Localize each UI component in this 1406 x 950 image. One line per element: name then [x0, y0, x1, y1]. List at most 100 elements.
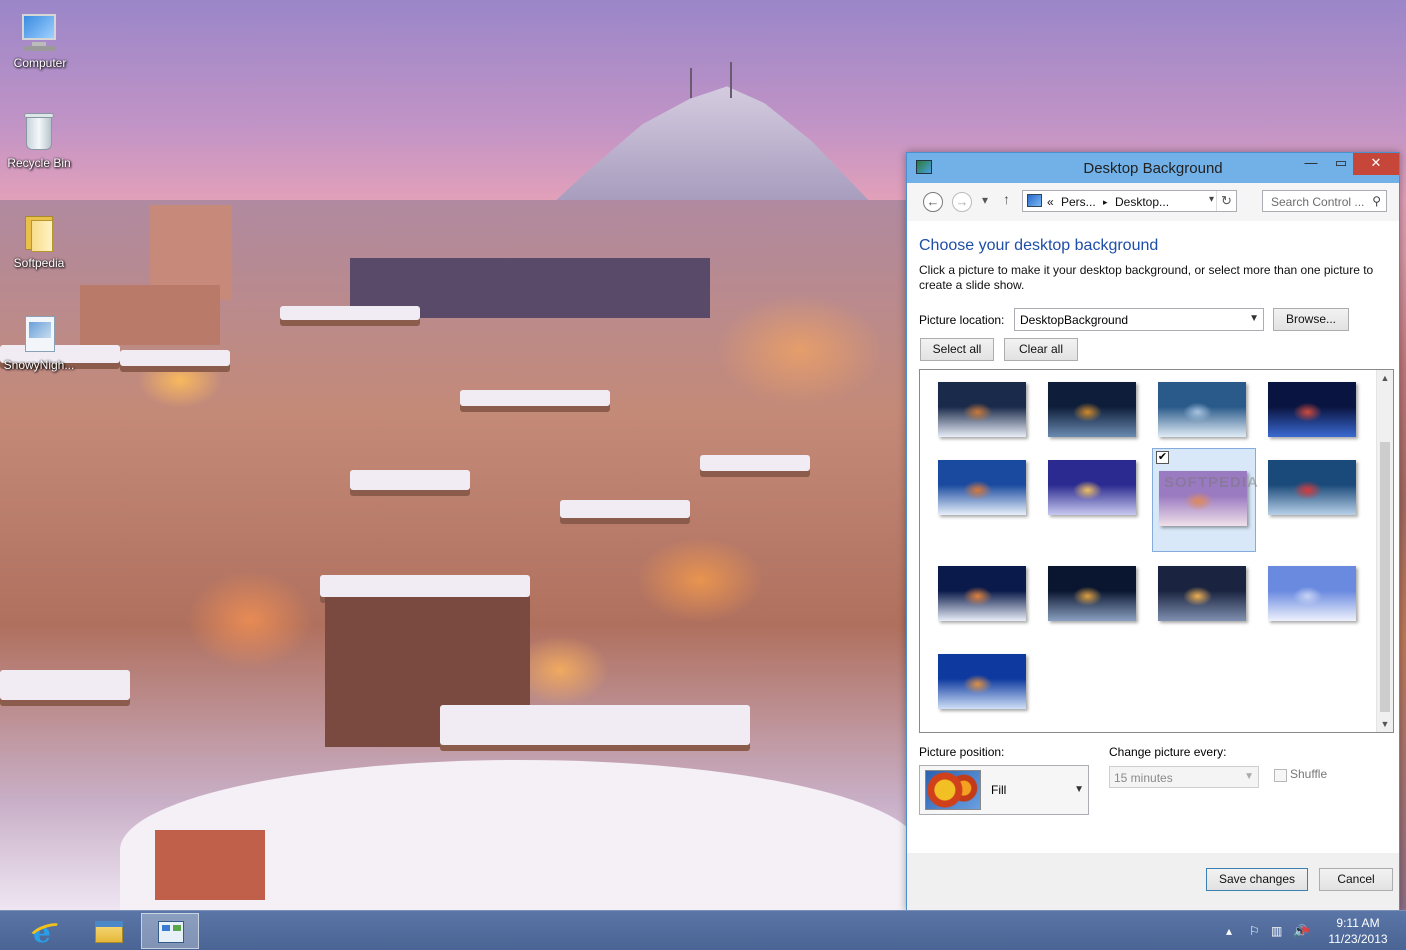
up-button[interactable]: ↑	[1003, 191, 1010, 207]
picture-position-label: Picture position:	[919, 745, 1005, 759]
minimize-button[interactable]: —	[1297, 153, 1325, 175]
clock-date: 11/23/2013	[1328, 932, 1388, 946]
address-dropdown-icon[interactable]: ▾	[1209, 194, 1214, 205]
system-clock[interactable]: 9:11 AM 11/23/2013	[1318, 915, 1398, 947]
wallpaper-thumbnail[interactable]	[1252, 460, 1356, 554]
search-icon[interactable]: ⚲	[1372, 194, 1381, 208]
scrollbar-thumb[interactable]	[1380, 442, 1390, 712]
wallpaper-roof	[0, 670, 130, 700]
wallpaper-roof	[280, 306, 420, 320]
wallpaper-thumbnail[interactable]	[1032, 460, 1136, 554]
picture-grid: ✔ SOFTPEDIA ▲ ▼	[919, 369, 1394, 733]
wallpaper-thumbnail[interactable]	[922, 654, 1026, 748]
network-icon[interactable]: ▥	[1271, 924, 1282, 938]
thumbnail-image-cabin-blue-moonlight	[938, 654, 1026, 709]
thumbnail-image-snowy-valley-aerial	[1158, 382, 1246, 437]
desktop-icon-label: Computer	[13, 56, 67, 70]
forward-button[interactable]: →	[952, 192, 972, 212]
wallpaper-building	[155, 830, 265, 900]
wallpaper-roof	[350, 470, 470, 490]
thumbnail-image-red-cabin-night	[938, 382, 1026, 437]
folder-icon	[17, 210, 61, 254]
address-bar[interactable]: « Pers... ▸ Desktop... ▾ ↻	[1022, 190, 1237, 212]
wallpaper-roof	[700, 455, 810, 471]
chevron-down-icon: ▼	[1074, 784, 1084, 795]
address-overflow[interactable]: «	[1047, 195, 1054, 209]
page-title: Choose your desktop background	[919, 237, 1159, 254]
chevron-down-icon: ▼	[1249, 313, 1259, 324]
maximize-button[interactable]: ▭	[1327, 153, 1355, 175]
thumbnail-checkbox[interactable]: ✔	[1156, 451, 1169, 464]
wallpaper-thumbnail[interactable]	[1032, 566, 1136, 660]
thumbnail-image-lantern-snow-branches	[1048, 382, 1136, 437]
taskbar-file-explorer[interactable]	[79, 913, 137, 949]
wallpaper-roof	[560, 500, 690, 518]
watermark: SOFTPEDIA	[1164, 474, 1259, 491]
title-bar[interactable]: Desktop Background — ▭ ✕	[907, 153, 1399, 183]
breadcrumb-personalization[interactable]: Pers...	[1061, 195, 1096, 209]
breadcrumb-desktop-background[interactable]: Desktop...	[1115, 195, 1169, 209]
dialog-footer: Save changes Cancel	[907, 853, 1399, 910]
browse-button[interactable]: Browse...	[1273, 308, 1349, 331]
content-area: Choose your desktop background Click a p…	[907, 221, 1399, 853]
recent-locations-button[interactable]: ▾	[982, 193, 988, 207]
change-picture-label: Change picture every:	[1109, 745, 1227, 759]
wallpaper-thumbnail[interactable]	[1142, 566, 1246, 660]
picture-location-select[interactable]: DesktopBackground ▼	[1014, 308, 1264, 331]
back-button[interactable]: ←	[923, 192, 943, 212]
wallpaper-roof	[460, 390, 610, 406]
thumbnail-image-frosted-forest-sky	[1268, 566, 1356, 621]
image-file-icon	[17, 312, 61, 356]
control-panel-icon	[1027, 194, 1042, 207]
thumbnail-image-lantern-door-snow	[1048, 460, 1136, 515]
change-picture-select[interactable]: 15 minutes ▼	[1109, 766, 1259, 788]
thumbnail-image-lantern-night-snow	[1048, 566, 1136, 621]
desktop-icon-computer[interactable]: Computer	[2, 10, 78, 70]
fill-preview-icon	[925, 770, 981, 810]
scroll-down-icon[interactable]: ▼	[1377, 716, 1393, 732]
page-description: Click a picture to make it your desktop …	[919, 263, 1374, 292]
thumbnail-image-city-street-lights	[1158, 566, 1246, 621]
refresh-icon[interactable]: ↻	[1216, 191, 1236, 211]
breadcrumb-separator-icon[interactable]: ▸	[1103, 197, 1108, 208]
desktop-icon-label: SnowyNigh...	[3, 358, 75, 372]
vertical-scrollbar[interactable]: ▲ ▼	[1376, 370, 1393, 732]
wallpaper-building	[80, 285, 220, 345]
search-input[interactable]: Search Control ... ⚲	[1262, 190, 1387, 212]
clear-all-button[interactable]: Clear all	[1004, 338, 1078, 361]
wallpaper-thumbnail[interactable]: ✔	[1152, 448, 1256, 552]
shuffle-label: Shuffle	[1290, 767, 1328, 781]
change-picture-value: 15 minutes	[1114, 771, 1173, 785]
wallpaper-thumbnail[interactable]	[922, 566, 1026, 660]
wallpaper-thumbnail[interactable]	[1252, 566, 1356, 660]
thumbnail-image-blue-cabin-snow	[938, 460, 1026, 515]
navigation-bar: ← → ▾ ↑ « Pers... ▸ Desktop... ▾ ↻ Searc…	[907, 183, 1399, 221]
desktop-icon-label: Softpedia	[13, 256, 65, 270]
select-all-button[interactable]: Select all	[920, 338, 994, 361]
wallpaper-roof	[120, 350, 230, 366]
shuffle-checkbox[interactable]	[1274, 769, 1287, 782]
cancel-button[interactable]: Cancel	[1319, 868, 1393, 891]
control-panel-icon	[158, 921, 184, 943]
chevron-down-icon: ▼	[1244, 771, 1254, 782]
wallpaper-roof	[440, 705, 750, 745]
save-changes-button[interactable]: Save changes	[1206, 868, 1308, 891]
taskbar-control-panel[interactable]	[141, 913, 199, 949]
taskbar-internet-explorer[interactable]: e	[17, 913, 75, 949]
wallpaper-thumbnail[interactable]	[922, 460, 1026, 554]
desktop-icon-softpedia[interactable]: Softpedia	[1, 210, 77, 270]
show-hidden-icons-button[interactable]: ▴	[1226, 924, 1232, 938]
desktop-icon-recycle-bin[interactable]: Recycle Bin	[1, 110, 77, 170]
picture-position-value: Fill	[991, 783, 1007, 797]
desktop-icon-snowynight[interactable]: SnowyNigh...	[1, 312, 77, 372]
close-button[interactable]: ✕	[1353, 153, 1399, 175]
picture-position-select[interactable]: Fill ▼	[919, 765, 1089, 815]
wallpaper-antenna	[730, 62, 732, 98]
action-center-icon[interactable]: ⚑	[1300, 924, 1311, 938]
thumbnail-image-christmas-tree-lights	[1268, 382, 1356, 437]
flag-icon[interactable]: ⚐	[1249, 924, 1260, 938]
scroll-up-icon[interactable]: ▲	[1377, 370, 1393, 386]
wallpaper-roof	[320, 575, 530, 597]
computer-icon	[18, 10, 62, 54]
thumbnail-image-festive-trees-blue	[1268, 460, 1356, 515]
